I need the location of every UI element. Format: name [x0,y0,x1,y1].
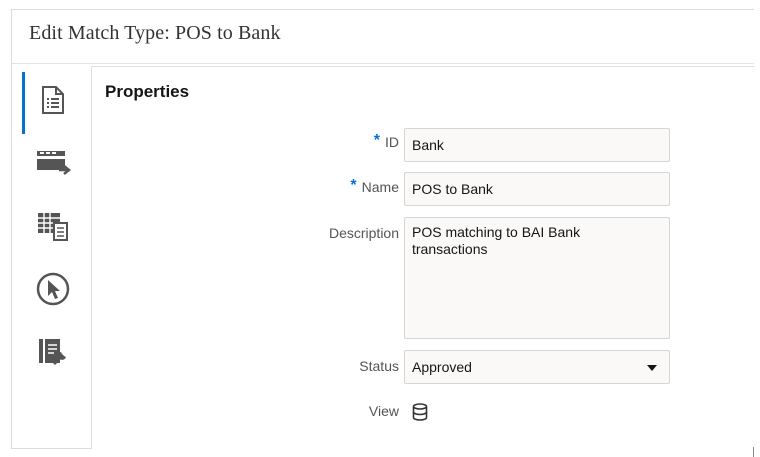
tab-match-rules[interactable] [22,259,84,319]
view-label: View [368,403,399,419]
tab-transfer[interactable] [22,133,84,193]
description-textarea[interactable]: POS matching to BAI Bank transactions [404,217,670,339]
name-field[interactable]: POS to Bank [404,172,670,206]
properties-heading: Properties [105,82,190,101]
tab-properties[interactable] [22,70,84,134]
status-selected-value: Approved [412,359,472,375]
required-indicator: * [373,132,380,149]
name-label: * Name [350,177,399,195]
book-wrench-icon [36,336,70,368]
vertical-tab-bar [22,66,84,366]
id-label: * ID [373,132,399,150]
cursor-circle-icon [35,271,71,307]
dialog-title: Edit Match Type: POS to Bank [29,22,281,44]
required-indicator: * [350,177,357,194]
id-field[interactable]: Bank [404,128,670,162]
card-transfer-icon [35,148,71,178]
edit-match-type-dialog: Edit Match Type: POS to Bank Properties … [11,9,755,449]
header-divider [12,63,754,64]
chevron-down-icon[interactable] [647,365,657,371]
properties-panel: Properties * ID Bank * Name POS to Bank De… [91,66,755,449]
resize-edge [753,447,758,457]
tab-table-sources[interactable] [22,196,84,256]
table-document-icon [36,210,70,242]
status-label: Status [359,358,399,374]
status-select[interactable]: Approved [404,350,670,384]
document-list-icon [40,85,66,115]
description-label: Description [328,225,399,241]
database-icon[interactable] [412,403,428,426]
tab-adjustments[interactable] [22,322,84,382]
